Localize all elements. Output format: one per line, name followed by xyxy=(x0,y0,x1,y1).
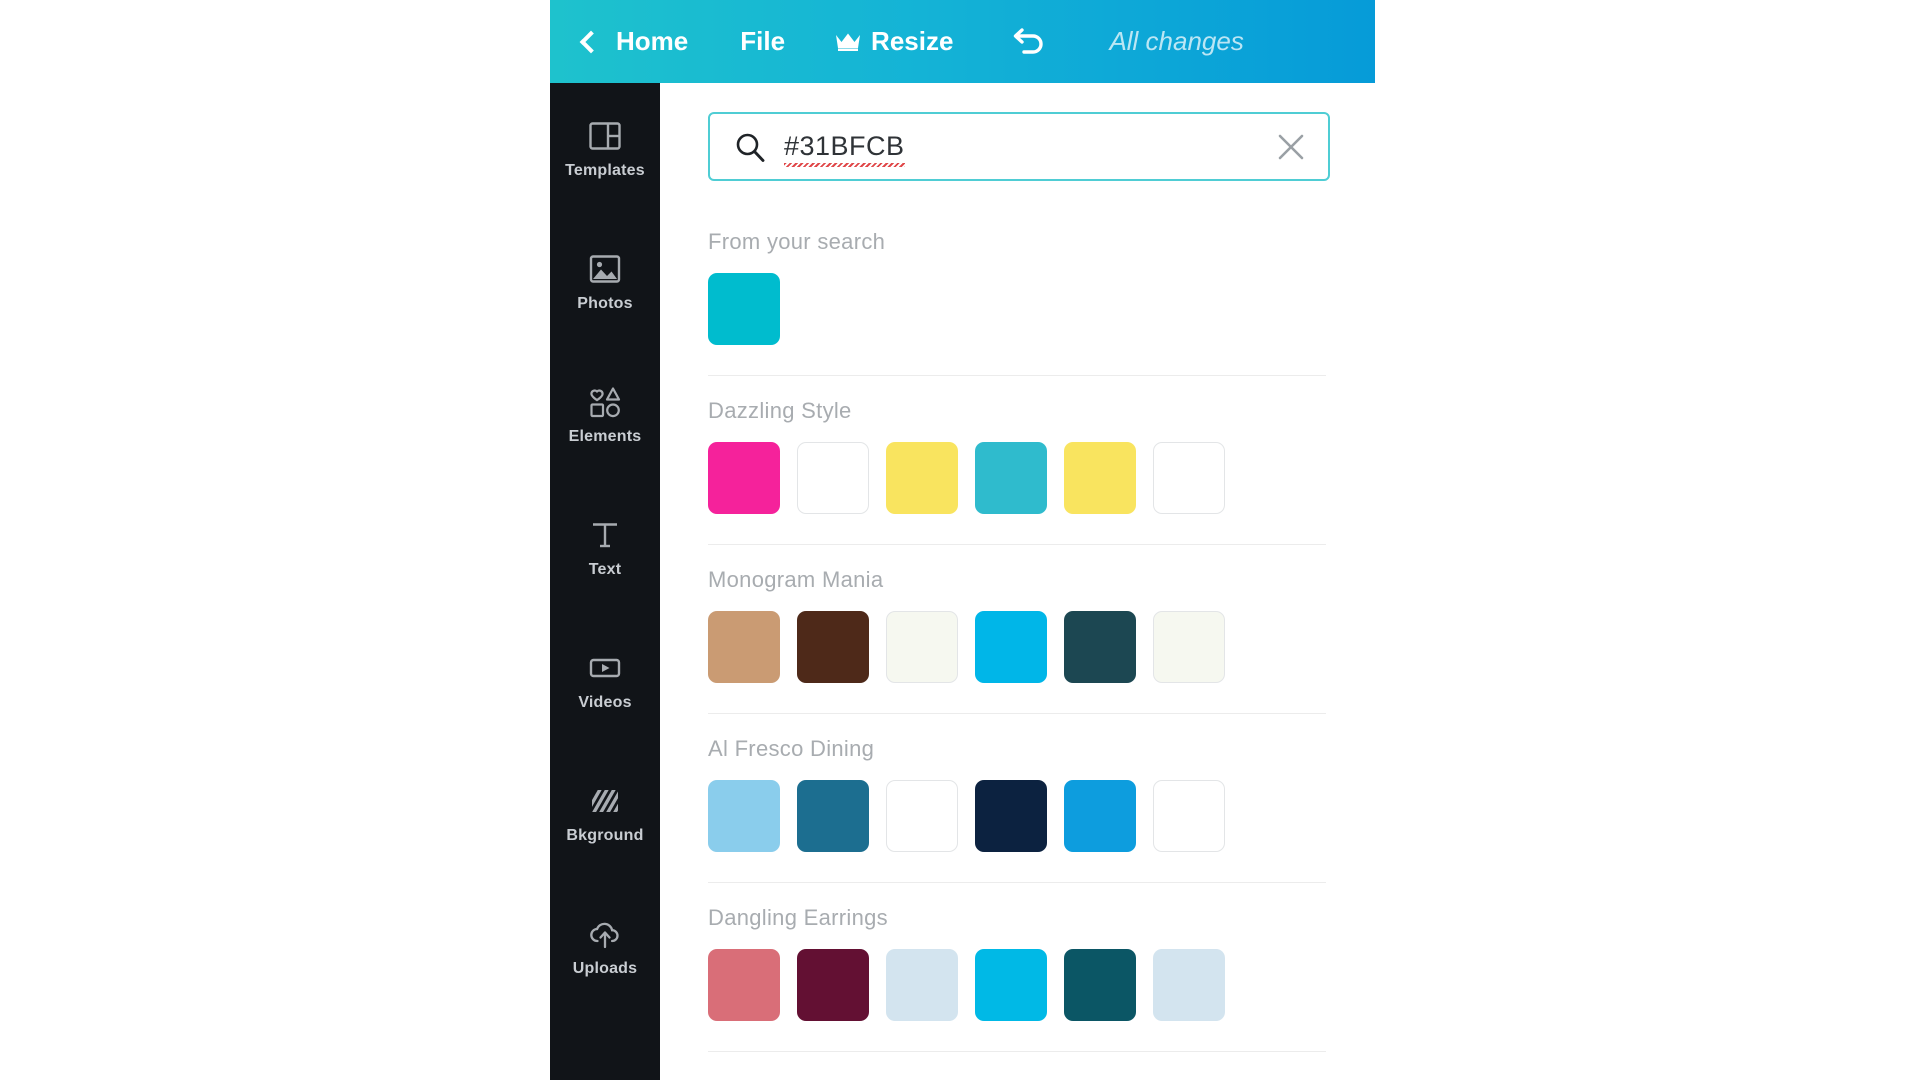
palette-section: Dazzling Style xyxy=(660,376,1375,545)
palette-section-title: Dangling Earrings xyxy=(708,905,888,930)
palette-section: Al Fresco Dining xyxy=(660,714,1375,883)
video-play-icon xyxy=(589,658,621,678)
photo-icon xyxy=(589,255,621,283)
resize-button[interactable]: Resize xyxy=(835,0,953,83)
palette-section-title: Al Fresco Dining xyxy=(708,736,875,761)
save-status-text: All changes xyxy=(1109,26,1244,56)
sidebar-item-text[interactable]: Text xyxy=(550,482,660,615)
sidebar-item-text-label: Text xyxy=(588,561,622,578)
palette-swatch-row xyxy=(708,442,1375,514)
color-swatch[interactable] xyxy=(1153,611,1225,683)
hatch-pattern-icon xyxy=(592,790,618,812)
color-swatch[interactable] xyxy=(1153,949,1225,1021)
sidebar-item-bkground-label: Bkground xyxy=(566,827,644,844)
color-swatch[interactable] xyxy=(886,949,958,1021)
color-swatch[interactable] xyxy=(1064,949,1136,1021)
sidebar-item-uploads[interactable]: Uploads xyxy=(550,881,660,1014)
design-editor-window: Home File Resize All changes Templates P… xyxy=(550,0,1375,1080)
search-input[interactable]: #31BFCB xyxy=(784,131,905,167)
left-sidebar: Templates Photos Elements Text Videos Bk… xyxy=(550,83,660,1080)
home-button-label: Home xyxy=(616,26,689,56)
color-swatch[interactable] xyxy=(975,442,1047,514)
color-swatch[interactable] xyxy=(886,611,958,683)
color-swatch[interactable] xyxy=(708,780,780,852)
color-swatch[interactable] xyxy=(797,611,869,683)
sidebar-item-bkground[interactable]: Bkground xyxy=(550,748,660,881)
templates-icon xyxy=(589,122,621,150)
palette-section: From your search xyxy=(660,207,1375,376)
text-t-icon xyxy=(593,523,617,548)
color-swatch[interactable] xyxy=(975,949,1047,1021)
color-swatch[interactable] xyxy=(708,949,780,1021)
close-x-icon[interactable] xyxy=(1276,132,1306,162)
home-button[interactable]: Home xyxy=(579,0,689,83)
top-toolbar: Home File Resize All changes xyxy=(550,0,1375,83)
color-swatch[interactable] xyxy=(1064,780,1136,852)
shapes-icon xyxy=(590,387,621,418)
palette-section-title: Dazzling Style xyxy=(708,398,852,423)
sidebar-item-videos-label: Videos xyxy=(578,694,632,711)
palette-section: Monogram Mania xyxy=(660,545,1375,714)
file-menu-button[interactable]: File xyxy=(740,0,785,83)
sidebar-item-photos-label: Photos xyxy=(577,295,633,312)
color-swatch[interactable] xyxy=(975,611,1047,683)
color-swatch[interactable] xyxy=(1153,780,1225,852)
section-divider xyxy=(708,1051,1326,1052)
color-swatch[interactable] xyxy=(708,442,780,514)
resize-button-label: Resize xyxy=(871,26,954,56)
sidebar-item-templates[interactable]: Templates xyxy=(550,83,660,216)
palette-swatch-row xyxy=(708,780,1375,852)
sidebar-item-videos[interactable]: Videos xyxy=(550,615,660,748)
color-swatch[interactable] xyxy=(1153,442,1225,514)
palette-swatch-row xyxy=(708,611,1375,683)
color-swatch[interactable] xyxy=(797,780,869,852)
sidebar-item-elements[interactable]: Elements xyxy=(550,349,660,482)
search-field[interactable]: #31BFCB xyxy=(708,112,1330,181)
color-swatch[interactable] xyxy=(1064,442,1136,514)
undo-arrow-icon xyxy=(1014,27,1044,54)
palette-swatch-row xyxy=(708,273,1375,345)
file-menu-label: File xyxy=(740,26,786,56)
palette-section: Dangling Earrings xyxy=(660,883,1375,1052)
palette-section-title: Monogram Mania xyxy=(708,567,884,592)
color-swatch[interactable] xyxy=(708,273,780,345)
sidebar-item-templates-label: Templates xyxy=(565,162,645,179)
sidebar-item-elements-label: Elements xyxy=(568,428,642,445)
color-swatch[interactable] xyxy=(886,780,958,852)
color-swatch[interactable] xyxy=(797,442,869,514)
color-swatch[interactable] xyxy=(708,611,780,683)
sidebar-item-photos[interactable]: Photos xyxy=(550,216,660,349)
chevron-left-icon xyxy=(579,30,603,53)
sidebar-item-uploads-label: Uploads xyxy=(572,960,638,977)
crown-icon xyxy=(836,33,861,51)
color-swatch[interactable] xyxy=(975,780,1047,852)
palette-sections: From your search Dazzling Style Monogram M… xyxy=(660,207,1375,1052)
color-swatch[interactable] xyxy=(1064,611,1136,683)
color-search-panel: #31BFCB From your search Dazzling Style Mo… xyxy=(660,83,1375,1080)
color-swatch[interactable] xyxy=(886,442,958,514)
color-swatch[interactable] xyxy=(797,949,869,1021)
cloud-upload-icon xyxy=(590,922,619,949)
palette-section-title: From your search xyxy=(708,229,886,254)
palette-swatch-row xyxy=(708,949,1375,1021)
search-icon xyxy=(736,133,765,162)
undo-button[interactable] xyxy=(1011,0,1047,83)
